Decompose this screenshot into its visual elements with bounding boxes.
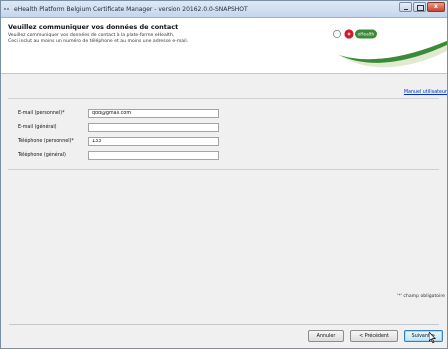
close-button[interactable]	[427, 2, 445, 12]
wizard-content: Manuel utilisateur E-mail (personnel)* E…	[1, 74, 447, 348]
previous-button[interactable]: < Précédent	[350, 330, 398, 342]
title-bar[interactable]: eHealth Platform Belgium Certificate Man…	[1, 1, 447, 18]
email-personal-label: E-mail (personnel)*	[18, 111, 65, 116]
email-personal-input[interactable]	[88, 109, 219, 118]
email-general-label: E-mail (général)	[18, 125, 57, 130]
minimize-button[interactable]	[399, 2, 412, 12]
email-general-input[interactable]	[88, 123, 219, 132]
app-icon	[4, 7, 11, 11]
window-title: eHealth Platform Belgium Certificate Man…	[14, 5, 248, 13]
cancel-button[interactable]: Annuler	[308, 330, 344, 342]
wizard-header: Veuillez communiquer vos données de cont…	[1, 18, 447, 74]
field-email-personal: E-mail (personnel)*	[18, 109, 219, 118]
page-title: Veuillez communiquer vos données de cont…	[8, 23, 179, 31]
field-phone-general: Téléphone (général)	[18, 151, 219, 160]
field-phone-personal: Téléphone (personnel)*	[18, 137, 219, 146]
app-window: eHealth Platform Belgium Certificate Man…	[0, 0, 448, 349]
maximize-button[interactable]	[413, 2, 426, 12]
phone-general-label: Téléphone (général)	[18, 153, 66, 158]
phone-personal-label: Téléphone (personnel)*	[18, 139, 74, 144]
button-bar-divider	[9, 324, 439, 325]
form-divider	[8, 169, 439, 170]
top-divider	[8, 98, 439, 99]
required-field-note: '*' champ obligatoire	[397, 294, 445, 299]
logo-text: eHealth	[358, 32, 375, 37]
mouse-cursor-icon	[429, 332, 437, 344]
field-email-general: E-mail (général)	[18, 123, 219, 132]
window-controls	[398, 2, 445, 12]
user-manual-link[interactable]: Manuel utilisateur	[404, 90, 447, 95]
phone-general-input[interactable]	[88, 151, 219, 160]
ehealth-logo: eHealth	[333, 29, 447, 72]
next-button[interactable]: Suivant >	[404, 330, 443, 342]
phone-personal-input[interactable]	[88, 137, 219, 146]
page-description: Veuillez communiquer vos données de cont…	[8, 33, 188, 45]
description-line-2: Ceci inclut au moins un numéro de téléph…	[8, 39, 189, 44]
logo-circle-outline	[333, 30, 341, 38]
